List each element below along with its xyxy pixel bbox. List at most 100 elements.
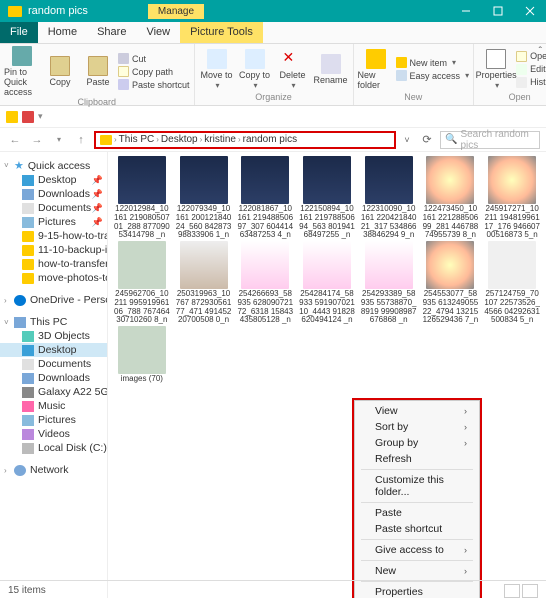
sidebar-item-3d-objects[interactable]: 3D Objects	[0, 329, 107, 343]
file-thumb[interactable]: 122079349_10161 20012184024_560 84287398…	[174, 156, 234, 241]
sidebar-item-videos[interactable]: Videos	[0, 427, 107, 441]
sidebar-item-folder-3[interactable]: move-photos-to-sd-ca	[0, 271, 107, 285]
manage-context-tab[interactable]: Manage	[148, 4, 204, 19]
easy-access-button[interactable]: Easy access▾	[396, 69, 470, 82]
ribbon-group-clipboard: Pin to Quick access Copy Paste Cut Copy …	[0, 44, 195, 105]
copy-path-button[interactable]: Copy path	[118, 65, 190, 78]
ctx-group-by[interactable]: Group by›	[355, 435, 479, 451]
sidebar-item-documents-pc[interactable]: Documents	[0, 357, 107, 371]
sidebar-item-folder-0[interactable]: 9-15-how-to-transfer-p	[0, 229, 107, 243]
crumb-random-pics[interactable]: random pics	[243, 134, 297, 145]
window-title: random pics	[28, 5, 88, 17]
crumb-this-pc[interactable]: This PC	[119, 134, 155, 145]
file-thumb[interactable]: 122310090_10161 22042184021_317 53486638…	[359, 156, 419, 241]
sidebar-item-galaxy[interactable]: Galaxy A22 5G	[0, 385, 107, 399]
refresh-button[interactable]: ⟳	[418, 133, 436, 146]
sidebar-item-music[interactable]: Music	[0, 399, 107, 413]
ctx-view[interactable]: View›	[355, 403, 479, 419]
paste-button[interactable]: Paste	[80, 56, 116, 87]
sidebar-item-desktop[interactable]: Desktop📌	[0, 173, 107, 187]
folder-icon	[22, 259, 34, 270]
sidebar-network[interactable]: ›Network	[0, 463, 107, 477]
properties-button[interactable]: Properties▾	[478, 49, 514, 90]
file-thumb[interactable]: 245962706_10211 99591996106_788 76746430…	[112, 241, 172, 326]
sidebar-item-folder-1[interactable]: 11-10-backup-iphone-t	[0, 243, 107, 257]
sidebar-item-pictures-pc[interactable]: Pictures	[0, 413, 107, 427]
file-thumb[interactable]: 254284174_58933 59190702110_4443 9182862…	[297, 241, 357, 326]
sidebar-item-folder-2[interactable]: how-to-transfer-photo	[0, 257, 107, 271]
rename-button[interactable]: Rename	[313, 54, 349, 85]
ctx-new[interactable]: New›	[355, 563, 479, 579]
sidebar-item-downloads[interactable]: Downloads📌	[0, 187, 107, 201]
content-pane[interactable]: 122012984_10161 21908050701_288 87709053…	[108, 152, 546, 598]
file-thumb[interactable]: 245917271_10211 19481996117_176 94660700…	[482, 156, 542, 241]
sidebar-item-local-disk[interactable]: Local Disk (C:)	[0, 441, 107, 455]
crumb-desktop[interactable]: Desktop	[161, 134, 198, 145]
tab-home[interactable]: Home	[38, 22, 87, 43]
ctx-give-access[interactable]: Give access to›	[355, 542, 479, 558]
new-item-button[interactable]: New item▾	[396, 56, 470, 69]
address-dropdown[interactable]: ˅	[400, 135, 414, 145]
star-icon: ★	[14, 159, 24, 172]
status-item-count: 15 items	[8, 585, 46, 596]
edit-button[interactable]: Edit	[516, 63, 546, 76]
sidebar-item-desktop-pc[interactable]: Desktop	[0, 343, 107, 357]
file-thumb[interactable]: 254553077_58935 61324905522_4794 1321512…	[421, 241, 481, 326]
tab-share[interactable]: Share	[87, 22, 136, 43]
recent-button[interactable]: ▾	[50, 131, 68, 149]
ctx-paste-shortcut[interactable]: Paste shortcut	[355, 521, 479, 537]
ctx-paste[interactable]: Paste	[355, 505, 479, 521]
sidebar-item-downloads-pc[interactable]: Downloads	[0, 371, 107, 385]
pin-icon: 📌	[92, 217, 103, 228]
file-thumb[interactable]: 122150894_10161 21978850694_563 80194168…	[297, 156, 357, 241]
search-input[interactable]: 🔍Search random pics	[440, 131, 540, 149]
sidebar-item-pictures[interactable]: Pictures📌	[0, 215, 107, 229]
sidebar-this-pc[interactable]: ˅This PC	[0, 315, 107, 329]
copy-to-button[interactable]: Copy to▾	[237, 49, 273, 90]
ctx-sort-by[interactable]: Sort by›	[355, 419, 479, 435]
sidebar-item-documents[interactable]: Documents📌	[0, 201, 107, 215]
pin-quick-access-button[interactable]: Pin to Quick access	[4, 46, 40, 97]
file-thumb[interactable]: 257124759_70107 22573526_4566 0429263150…	[482, 241, 542, 326]
delete-button[interactable]: ✕Delete▾	[275, 49, 311, 90]
ctx-customize[interactable]: Customize this folder...	[355, 472, 479, 500]
sidebar-quick-access[interactable]: ˅★Quick access	[0, 158, 107, 173]
sidebar-onedrive[interactable]: ›OneDrive - Personal	[0, 293, 107, 307]
tab-view[interactable]: View	[136, 22, 180, 43]
status-bar: 15 items	[0, 580, 546, 600]
view-details-button[interactable]	[504, 584, 520, 598]
tab-picture-tools[interactable]: Picture Tools	[180, 22, 263, 43]
thumb-caption: 250319963_10767 87293056177_471 49145220…	[176, 290, 232, 326]
thumb-image	[303, 241, 351, 289]
file-thumb[interactable]: 254293389_58935 55738870_8919 9990898767…	[359, 241, 419, 326]
cut-button[interactable]: Cut	[118, 52, 190, 65]
close-button[interactable]	[514, 0, 546, 22]
file-thumb[interactable]: 250319963_10767 87293056177_471 49145220…	[174, 241, 234, 326]
file-thumb[interactable]: 254266693_58935 62809072172_6318 1584343…	[235, 241, 295, 326]
breadcrumb[interactable]: › This PC › Desktop › kristine › random …	[94, 131, 396, 149]
move-to-button[interactable]: Move to▾	[199, 49, 235, 90]
minimize-button[interactable]	[450, 0, 482, 22]
ribbon-collapse-button[interactable]: ˆ	[539, 46, 542, 57]
ctx-refresh[interactable]: Refresh	[355, 451, 479, 467]
back-button[interactable]: ←	[6, 131, 24, 149]
thumb-caption: 254284174_58933 59190702110_4443 9182862…	[299, 290, 355, 326]
file-thumb[interactable]: images (70)	[112, 326, 172, 411]
thumb-caption: 122473450_10161 22128850699_281 44678874…	[422, 205, 478, 241]
forward-button[interactable]: →	[28, 131, 46, 149]
file-thumb[interactable]: 122012984_10161 21908050701_288 87709053…	[112, 156, 172, 241]
folder-icon	[6, 111, 18, 123]
file-thumb[interactable]: 122473450_10161 22128850699_281 44678874…	[421, 156, 481, 241]
music-icon	[22, 401, 34, 412]
small-tool-icon[interactable]	[22, 111, 34, 123]
maximize-button[interactable]	[482, 0, 514, 22]
up-button[interactable]: ↑	[72, 131, 90, 149]
copy-button[interactable]: Copy	[42, 56, 78, 87]
crumb-kristine[interactable]: kristine	[204, 134, 236, 145]
tab-file[interactable]: File	[0, 22, 38, 43]
file-thumb[interactable]: 122081867_10161 21948850697_307 60441463…	[235, 156, 295, 241]
new-folder-button[interactable]: New folder	[358, 49, 394, 90]
history-button[interactable]: History	[516, 76, 546, 89]
paste-shortcut-button[interactable]: Paste shortcut	[118, 78, 190, 91]
view-thumbnails-button[interactable]	[522, 584, 538, 598]
